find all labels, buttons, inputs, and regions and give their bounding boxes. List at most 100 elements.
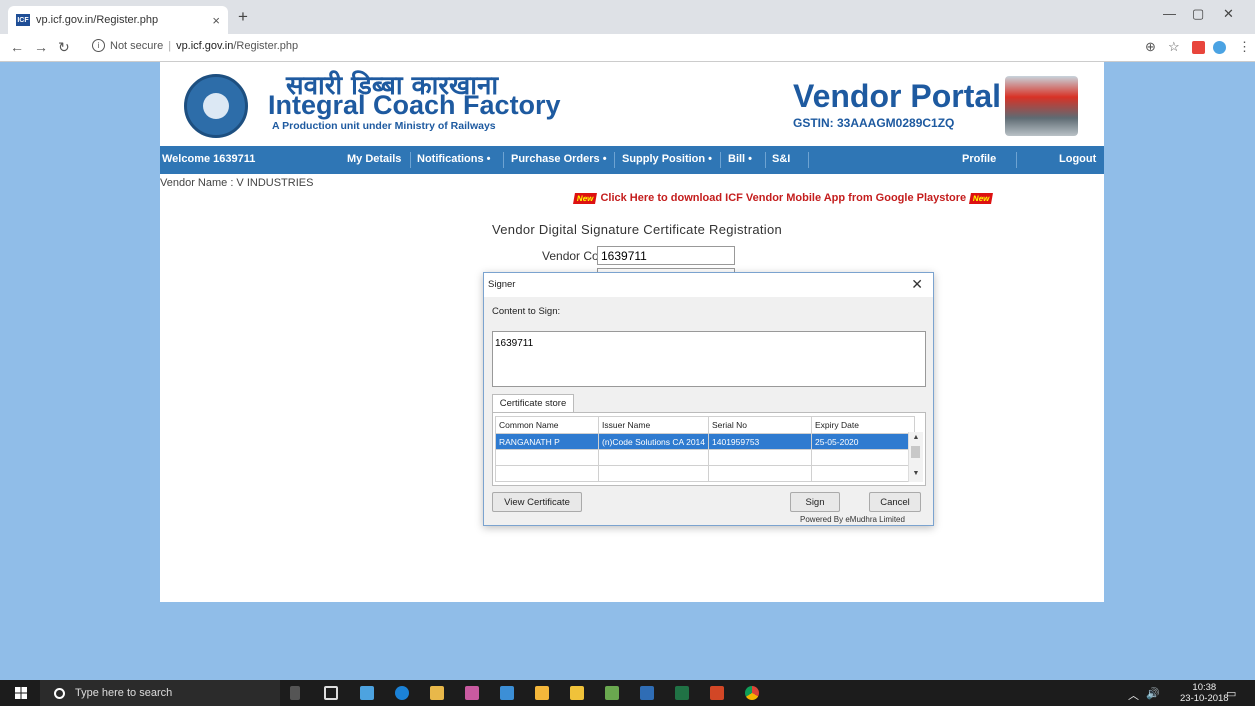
- store-icon[interactable]: [430, 686, 444, 700]
- signer-dialog: Signer ✕ Content to Sign: 1639711 Certif…: [483, 272, 934, 526]
- col-expiry-date[interactable]: Expiry Date: [811, 416, 916, 434]
- cancel-button[interactable]: Cancel: [869, 492, 921, 512]
- certificate-table: Common Name Issuer Name Serial No Expiry…: [495, 416, 916, 482]
- nav-purchase-orders[interactable]: Purchase Orders •: [511, 153, 607, 165]
- task-view-icon[interactable]: [324, 686, 338, 700]
- welcome-label: Welcome 1639711: [162, 153, 256, 165]
- browser-tab-bar: ICF vp.icf.gov.in/Register.php × + — ▢ ✕: [0, 0, 1255, 34]
- site-header: सवारी डिब्बा कारखाना Integral Coach Fact…: [160, 62, 1104, 145]
- nav-si[interactable]: S&I: [772, 153, 790, 165]
- taskbar-search-input[interactable]: Type here to search: [40, 680, 280, 706]
- nav-my-details[interactable]: My Details: [347, 153, 401, 165]
- search-placeholder: Type here to search: [75, 687, 173, 699]
- forward-icon[interactable]: →: [34, 39, 48, 55]
- sign-button[interactable]: Sign: [790, 492, 840, 512]
- scroll-down-icon[interactable]: ▼: [909, 470, 923, 482]
- main-nav: Welcome 1639711 My Details Notifications…: [160, 146, 1104, 174]
- browser-tab[interactable]: ICF vp.icf.gov.in/Register.php ×: [8, 6, 228, 34]
- chrome-icon[interactable]: [745, 686, 759, 700]
- security-label: Not secure: [110, 39, 164, 52]
- system-clock[interactable]: 10:38 23-10-2018: [1180, 682, 1229, 704]
- nav-logout[interactable]: Logout: [1059, 153, 1096, 165]
- vendor-name: Vendor Name : V INDUSTRIES: [160, 177, 314, 189]
- new-tab-icon[interactable]: +: [238, 7, 248, 27]
- new-badge-icon: New: [969, 192, 994, 204]
- table-row[interactable]: RANGANATH P (n)Code Solutions CA 2014 14…: [495, 433, 916, 450]
- col-issuer-name[interactable]: Issuer Name: [597, 416, 710, 434]
- powerpoint-icon[interactable]: [710, 686, 724, 700]
- dialog-close-icon[interactable]: ✕: [911, 276, 923, 293]
- nav-notifications[interactable]: Notifications •: [417, 153, 491, 165]
- cell-issuer-name: (n)Code Solutions CA 2014: [597, 433, 710, 450]
- col-serial-no[interactable]: Serial No: [708, 416, 813, 434]
- info-icon[interactable]: i: [92, 39, 105, 52]
- nav-supply-position[interactable]: Supply Position •: [622, 153, 712, 165]
- clock-time: 10:38: [1192, 682, 1217, 693]
- content-to-sign-field[interactable]: 1639711: [492, 331, 926, 387]
- nav-bill[interactable]: Bill •: [728, 153, 752, 165]
- dialog-title: Signer: [488, 279, 516, 290]
- volume-icon[interactable]: 🔊: [1146, 687, 1160, 700]
- indian-railways-emblem-icon: [184, 74, 248, 138]
- url-host: vp.icf.gov.in: [176, 39, 234, 52]
- windows-taskbar: Type here to search ︿ 🔊 10:38 23-10-2018…: [0, 680, 1255, 706]
- train-image: [1005, 76, 1078, 136]
- url-field[interactable]: i Not secure | vp.icf.gov.in/Register.ph…: [92, 39, 298, 52]
- new-badge-icon: New: [573, 192, 598, 204]
- extension-icon[interactable]: [1192, 41, 1205, 54]
- registration-title: Vendor Digital Signature Certificate Reg…: [492, 222, 783, 237]
- site-subtitle: A Production unit under Ministry of Rail…: [272, 120, 496, 132]
- file-explorer-icon[interactable]: [570, 686, 584, 700]
- mail-icon[interactable]: [360, 686, 374, 700]
- app-icon[interactable]: [465, 686, 479, 700]
- window-close-icon[interactable]: ✕: [1223, 6, 1234, 22]
- powered-by-label: Powered By eMudhra Limited: [800, 515, 905, 524]
- vendor-code-input[interactable]: [597, 246, 735, 265]
- url-separator: |: [168, 39, 172, 52]
- address-bar: ← → ↻ i Not secure | vp.icf.gov.in/Regis…: [0, 34, 1255, 62]
- scroll-thumb[interactable]: [911, 446, 920, 458]
- mobile-app-link[interactable]: New Click Here to download ICF Vendor Mo…: [570, 192, 997, 204]
- dialog-titlebar[interactable]: Signer ✕: [484, 273, 933, 297]
- notifications-icon[interactable]: ▭: [1226, 687, 1236, 700]
- icf-favicon-icon: ICF: [16, 14, 30, 26]
- content-to-sign-label: Content to Sign:: [492, 306, 561, 317]
- zoom-icon[interactable]: ⊕: [1145, 39, 1156, 55]
- tab-certificate-store[interactable]: Certificate store: [492, 394, 574, 413]
- url-path: /Register.php: [233, 39, 299, 52]
- menu-kebab-icon[interactable]: ⋮: [1238, 39, 1251, 55]
- col-common-name[interactable]: Common Name: [495, 416, 599, 434]
- back-icon[interactable]: ←: [10, 39, 24, 55]
- tray-chevron-icon[interactable]: ︿: [1128, 687, 1139, 703]
- excel-icon[interactable]: [675, 686, 689, 700]
- cortana-icon: [54, 687, 65, 699]
- cell-common-name: RANGANATH P: [495, 433, 599, 450]
- cell-expiry-date: 25-05-2020: [811, 433, 916, 450]
- microphone-icon[interactable]: [290, 686, 300, 700]
- app-icon[interactable]: [605, 686, 619, 700]
- app-icon[interactable]: [500, 686, 514, 700]
- bookmark-star-icon[interactable]: ☆: [1168, 39, 1180, 55]
- word-icon[interactable]: [640, 686, 654, 700]
- scroll-up-icon[interactable]: ▲: [909, 434, 923, 446]
- nav-profile[interactable]: Profile: [962, 153, 996, 165]
- edge-icon[interactable]: [395, 686, 409, 700]
- windows-start-icon[interactable]: [15, 687, 27, 699]
- table-row[interactable]: [495, 465, 916, 482]
- table-row[interactable]: [495, 449, 916, 466]
- tab-title: vp.icf.gov.in/Register.php: [36, 14, 159, 26]
- portal-title: Vendor Portal: [793, 78, 1002, 114]
- certificate-store-panel: Common Name Issuer Name Serial No Expiry…: [492, 412, 926, 486]
- extension-2-icon[interactable]: [1213, 41, 1226, 54]
- view-certificate-button[interactable]: View Certificate: [492, 492, 582, 512]
- gstin-label: GSTIN: 33AAAGM0289C1ZQ: [793, 116, 955, 130]
- minimize-icon[interactable]: —: [1163, 6, 1176, 21]
- table-scrollbar[interactable]: ▲ ▼: [908, 432, 923, 482]
- reload-icon[interactable]: ↻: [58, 39, 70, 56]
- app-icon[interactable]: [535, 686, 549, 700]
- site-title: Integral Coach Factory: [268, 90, 561, 120]
- restore-icon[interactable]: ▢: [1192, 6, 1204, 22]
- clock-date: 23-10-2018: [1180, 693, 1229, 704]
- cell-serial-no: 1401959753: [708, 433, 813, 450]
- tab-close-icon[interactable]: ×: [212, 13, 220, 28]
